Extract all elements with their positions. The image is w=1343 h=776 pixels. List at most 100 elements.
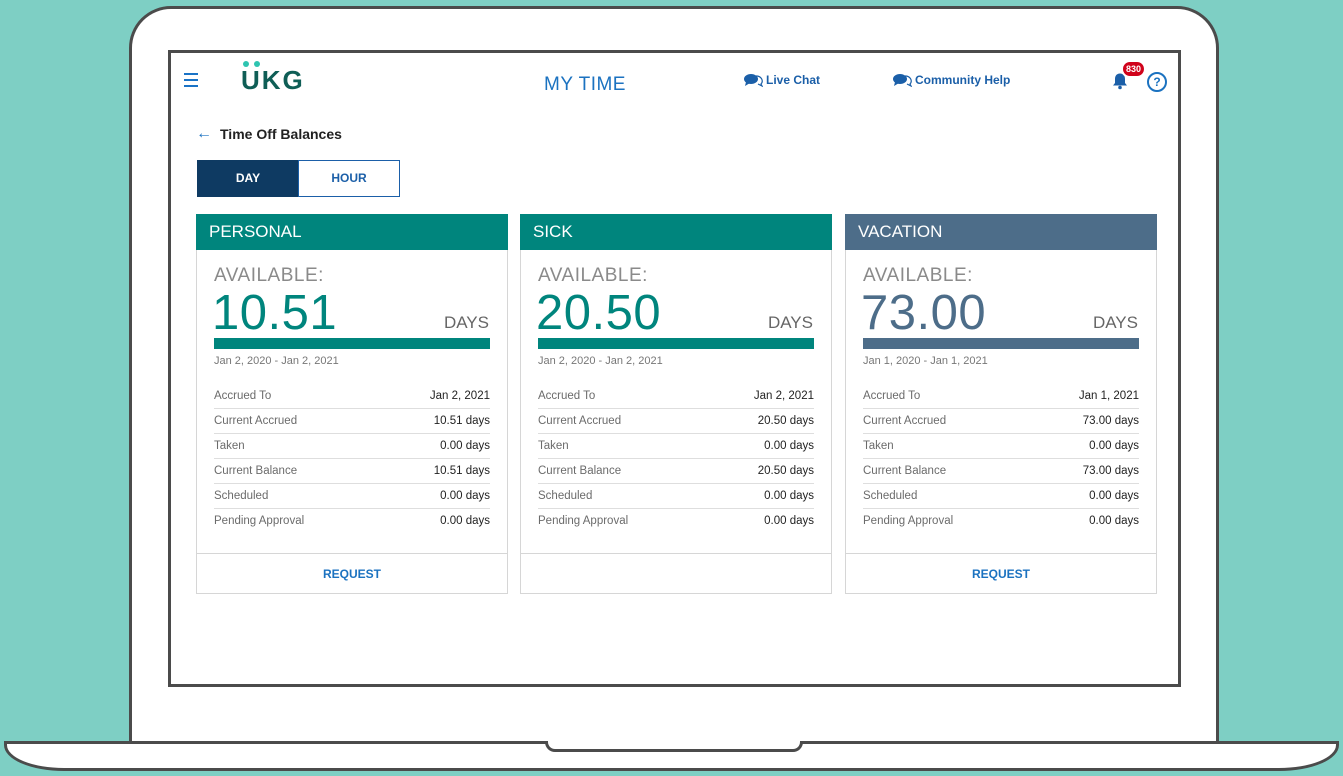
detail-value: 0.00 days — [1089, 440, 1139, 452]
detail-value: 0.00 days — [440, 515, 490, 527]
detail-row: Current Accrued 73.00 days — [863, 409, 1139, 434]
detail-row: Pending Approval 0.00 days — [863, 509, 1139, 534]
detail-row: Scheduled 0.00 days — [863, 484, 1139, 509]
balance-details: Accrued To Jan 1, 2021 Current Accrued 73.0… — [863, 384, 1139, 534]
detail-value: 10.51 days — [433, 415, 490, 427]
balance-details: Accrued To Jan 2, 2021 Current Accrued 10.5… — [214, 384, 490, 534]
menu-icon[interactable] — [184, 73, 198, 91]
detail-row: Pending Approval 0.00 days — [214, 509, 490, 534]
card-header: PERSONAL — [196, 214, 508, 250]
detail-row: Current Balance 10.51 days — [214, 459, 490, 484]
detail-label: Current Accrued — [538, 415, 622, 427]
hour-toggle-button[interactable]: HOUR — [298, 160, 400, 197]
unit-toggle: DAY HOUR — [197, 160, 400, 197]
available-unit: DAYS — [1092, 313, 1138, 332]
chat-bubble-icon — [893, 74, 912, 87]
available-value: 20.50 — [536, 286, 662, 340]
day-toggle-button[interactable]: DAY — [197, 160, 299, 197]
available-unit: DAYS — [767, 313, 813, 332]
detail-value: Jan 2, 2021 — [429, 390, 490, 402]
detail-value: 0.00 days — [440, 440, 490, 452]
live-chat-label: Live Chat — [766, 73, 821, 87]
card-header: VACATION — [845, 214, 1157, 250]
detail-value: 0.00 days — [1089, 515, 1139, 527]
detail-label: Scheduled — [538, 490, 593, 502]
detail-value: Jan 1, 2021 — [1078, 390, 1139, 402]
detail-label: Accrued To — [214, 390, 272, 402]
balance-card-personal: PERSONAL AVAILABLE: 10.51 DAYS Jan 2, 2020 -… — [196, 214, 508, 594]
detail-label: Current Accrued — [863, 415, 947, 427]
detail-row: Pending Approval 0.00 days — [538, 509, 814, 534]
live-chat-link[interactable]: Live Chat — [743, 73, 820, 87]
app-screen: UKG MY TIME Live Chat Community Help 830… — [168, 50, 1181, 687]
detail-row: Scheduled 0.00 days — [538, 484, 814, 509]
detail-value: 0.00 days — [764, 440, 814, 452]
balance-details: Accrued To Jan 2, 2021 Current Accrued 20.5… — [538, 384, 814, 534]
detail-value: 10.51 days — [433, 465, 490, 477]
detail-row: Current Balance 20.50 days — [538, 459, 814, 484]
balance-bar — [863, 338, 1139, 349]
detail-row: Current Balance 73.00 days — [863, 459, 1139, 484]
detail-label: Current Balance — [863, 465, 947, 477]
detail-row: Accrued To Jan 1, 2021 — [863, 384, 1139, 409]
detail-row: Taken 0.00 days — [214, 434, 490, 459]
detail-row: Current Accrued 20.50 days — [538, 409, 814, 434]
accrual-period: Jan 1, 2020 - Jan 1, 2021 — [863, 355, 988, 367]
community-help-label: Community Help — [915, 73, 1011, 87]
app-title: MY TIME — [544, 74, 626, 95]
detail-value: 0.00 days — [440, 490, 490, 502]
request-button[interactable]: REQUEST — [323, 567, 381, 581]
detail-label: Taken — [214, 440, 245, 452]
available-label: AVAILABLE: — [863, 265, 973, 286]
available-label: AVAILABLE: — [214, 265, 324, 286]
laptop-notch — [545, 741, 803, 752]
detail-label: Scheduled — [863, 490, 918, 502]
detail-label: Accrued To — [863, 390, 921, 402]
balance-bar — [538, 338, 814, 349]
detail-value: 20.50 days — [757, 465, 814, 477]
detail-label: Current Accrued — [214, 415, 298, 427]
chat-bubble-icon — [744, 74, 763, 87]
detail-label: Pending Approval — [863, 515, 954, 527]
detail-label: Taken — [863, 440, 894, 452]
available-label: AVAILABLE: — [538, 265, 648, 286]
card-footer: REQUEST — [197, 553, 507, 594]
back-button[interactable]: ← Time Off Balances — [196, 125, 342, 143]
detail-value: 0.00 days — [764, 515, 814, 527]
detail-row: Accrued To Jan 2, 2021 — [214, 384, 490, 409]
notification-count-badge: 830 — [1121, 60, 1147, 78]
detail-value: 73.00 days — [1082, 465, 1139, 477]
detail-row: Scheduled 0.00 days — [214, 484, 490, 509]
detail-value: 20.50 days — [757, 415, 814, 427]
card-header: SICK — [520, 214, 832, 250]
detail-label: Scheduled — [214, 490, 269, 502]
request-button[interactable]: REQUEST — [972, 567, 1030, 581]
available-value: 73.00 — [861, 286, 987, 340]
detail-value: 0.00 days — [764, 490, 814, 502]
detail-value: 0.00 days — [1089, 490, 1139, 502]
detail-value: Jan 2, 2021 — [753, 390, 814, 402]
detail-row: Taken 0.00 days — [863, 434, 1139, 459]
detail-label: Pending Approval — [214, 515, 305, 527]
card-footer: REQUEST — [846, 553, 1156, 594]
community-help-link[interactable]: Community Help — [892, 73, 1010, 87]
help-icon[interactable]: ? — [1147, 72, 1167, 92]
card-footer — [521, 553, 831, 594]
accrual-period: Jan 2, 2020 - Jan 2, 2021 — [214, 355, 339, 367]
detail-row: Accrued To Jan 2, 2021 — [538, 384, 814, 409]
accrual-period: Jan 2, 2020 - Jan 2, 2021 — [538, 355, 663, 367]
detail-label: Taken — [538, 440, 569, 452]
detail-label: Current Balance — [214, 465, 298, 477]
back-arrow-icon: ← — [196, 125, 212, 142]
detail-label: Pending Approval — [538, 515, 629, 527]
detail-row: Current Accrued 10.51 days — [214, 409, 490, 434]
detail-label: Accrued To — [538, 390, 596, 402]
detail-value: 73.00 days — [1082, 415, 1139, 427]
balance-card-vacation: VACATION AVAILABLE: 73.00 DAYS Jan 1, 2020 -… — [845, 214, 1157, 594]
detail-label: Current Balance — [538, 465, 622, 477]
balance-bar — [214, 338, 490, 349]
detail-row: Taken 0.00 days — [538, 434, 814, 459]
page-title: Time Off Balances — [220, 126, 342, 142]
balance-card-sick: SICK AVAILABLE: 20.50 DAYS Jan 2, 2020 - Jan… — [520, 214, 832, 594]
available-value: 10.51 — [212, 286, 338, 340]
